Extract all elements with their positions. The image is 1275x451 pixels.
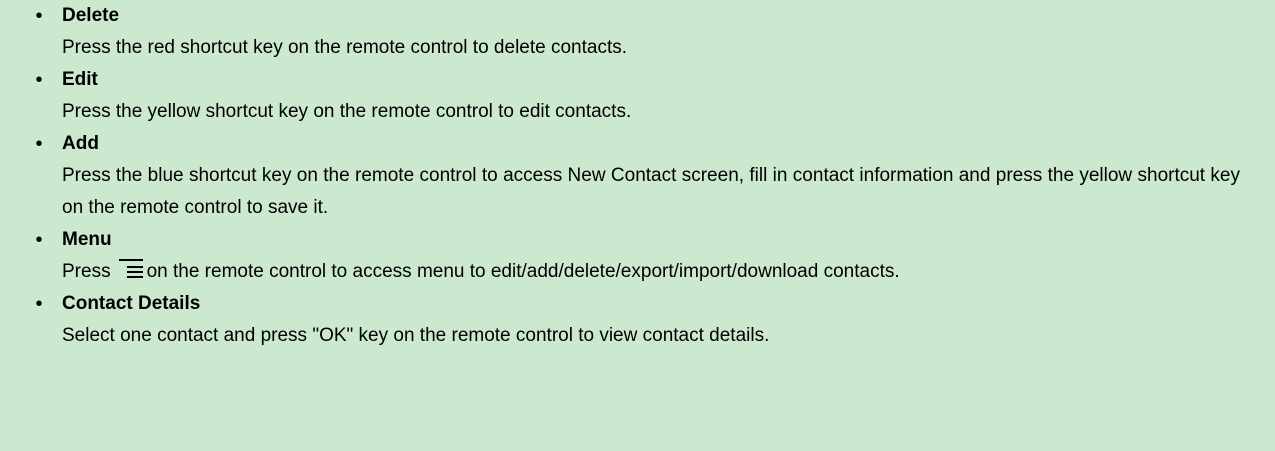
list-item-add: • Add Press the blue shortcut key on the… bbox=[0, 128, 1275, 224]
list-item-menu: • Menu Press on the remote control to acc… bbox=[0, 224, 1275, 288]
document-page: • Delete Press the red shortcut key on t… bbox=[0, 0, 1275, 451]
menu-icon bbox=[118, 259, 143, 278]
bullet-icon: • bbox=[35, 229, 43, 251]
bullet-icon: • bbox=[35, 133, 43, 155]
item-description: Press the red shortcut key on the remote… bbox=[62, 37, 628, 58]
item-description: Select one contact and press "OK" key on… bbox=[62, 325, 770, 346]
item-description: Press the yellow shortcut key on the rem… bbox=[62, 101, 632, 122]
bullet-icon: • bbox=[35, 69, 43, 91]
description-after-icon: on the remote control to access menu to … bbox=[146, 261, 900, 282]
item-description: Press the blue shortcut key on the remot… bbox=[62, 165, 1240, 218]
list-item-contact-details: • Contact Details Select one contact and… bbox=[0, 288, 1275, 352]
item-description: Press on the remote control to access men… bbox=[62, 256, 1275, 288]
item-title: Menu bbox=[62, 229, 112, 250]
bullet-icon: • bbox=[35, 293, 43, 315]
bullet-icon: • bbox=[35, 5, 43, 27]
item-title: Contact Details bbox=[62, 293, 201, 314]
item-title: Edit bbox=[62, 69, 98, 90]
list-item-delete: • Delete Press the red shortcut key on t… bbox=[0, 0, 1275, 64]
list-item-edit: • Edit Press the yellow shortcut key on … bbox=[0, 64, 1275, 128]
item-title: Add bbox=[62, 133, 99, 154]
item-title: Delete bbox=[62, 5, 120, 26]
description-before-icon: Press bbox=[62, 261, 111, 282]
feature-list: • Delete Press the red shortcut key on t… bbox=[0, 0, 1275, 352]
